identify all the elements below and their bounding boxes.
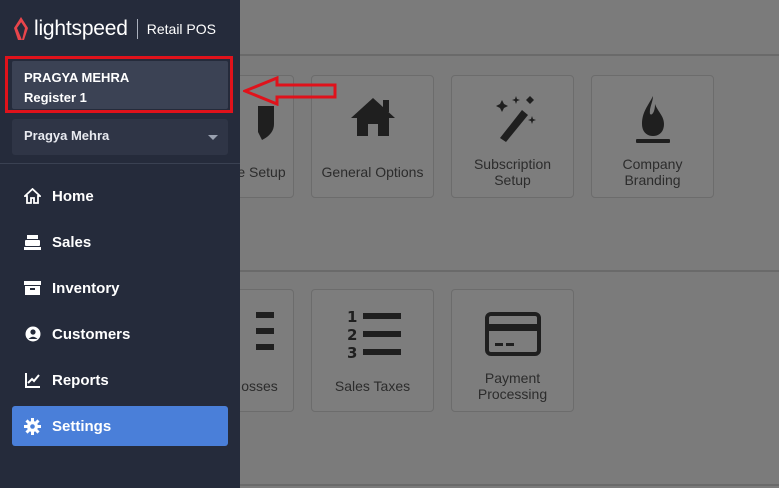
tile-label: e Setup [237, 164, 286, 180]
tile-sales-taxes[interactable]: 1 2 3 Sales Taxes [311, 289, 434, 412]
svg-text:1: 1 [347, 308, 357, 326]
lightspeed-flame-icon [14, 17, 28, 40]
product-name: Retail POS [146, 21, 216, 37]
tile-label: Processing [477, 386, 548, 402]
brand-logo[interactable]: lightspeed Retail POS [12, 14, 216, 44]
tile-label: Company [622, 156, 683, 172]
chart-line-icon [24, 372, 41, 389]
tile-label: General Options [321, 164, 424, 180]
numbered-list-icon: 1 2 3 [312, 308, 433, 362]
sidebar-item-customers[interactable]: Customers [12, 314, 228, 354]
sidebar-item-inventory[interactable]: Inventory [12, 268, 228, 308]
annotation-highlight-box [5, 56, 233, 113]
divider [240, 484, 779, 486]
svg-text:2: 2 [347, 326, 357, 344]
sidebar-item-label: Sales [52, 233, 92, 251]
flame-icon [592, 94, 713, 144]
tile-label: Payment [484, 370, 541, 386]
logo-separator [136, 19, 138, 39]
svg-text:3: 3 [347, 344, 357, 362]
sidebar-item-label: Settings [52, 417, 112, 435]
box-icon [24, 280, 41, 297]
user-dropdown[interactable]: Pragya Mehra [12, 119, 228, 155]
gear-icon [24, 417, 41, 435]
annotation-arrow-icon [243, 76, 337, 106]
sidebar-item-settings[interactable]: Settings [12, 406, 228, 446]
sidebar-item-sales[interactable]: Sales [12, 222, 228, 262]
tile-label: Branding [624, 172, 681, 188]
sidebar-item-label: Home [52, 187, 94, 205]
tile-subscription-setup[interactable]: Subscription Setup [451, 75, 574, 198]
sidebar-item-label: Customers [52, 325, 131, 343]
logo-wordmark: lightspeed [34, 17, 128, 40]
sidebar: lightspeed Retail POS PRAGYA MEHRA Regis… [0, 0, 240, 488]
sidebar-divider [0, 163, 240, 164]
tile-payment-processing[interactable]: Payment Processing [451, 289, 574, 412]
divider [240, 54, 779, 56]
user-circle-icon [24, 326, 41, 343]
sidebar-item-label: Reports [52, 371, 109, 389]
tile-label: Setup [494, 172, 531, 188]
divider [240, 270, 779, 272]
tile-label: Sales Taxes [334, 378, 411, 394]
chevron-down-icon [208, 135, 218, 140]
credit-card-icon [452, 308, 573, 358]
sidebar-item-label: Inventory [52, 279, 120, 297]
tile-company-branding[interactable]: Company Branding [591, 75, 714, 198]
home-icon [24, 188, 41, 205]
magic-wand-icon [452, 94, 573, 144]
user-dropdown-value: Pragya Mehra [24, 128, 110, 143]
sidebar-item-home[interactable]: Home [12, 176, 228, 216]
sidebar-item-reports[interactable]: Reports [12, 360, 228, 400]
register-icon [24, 234, 41, 251]
tile-label: Subscription [473, 156, 552, 172]
